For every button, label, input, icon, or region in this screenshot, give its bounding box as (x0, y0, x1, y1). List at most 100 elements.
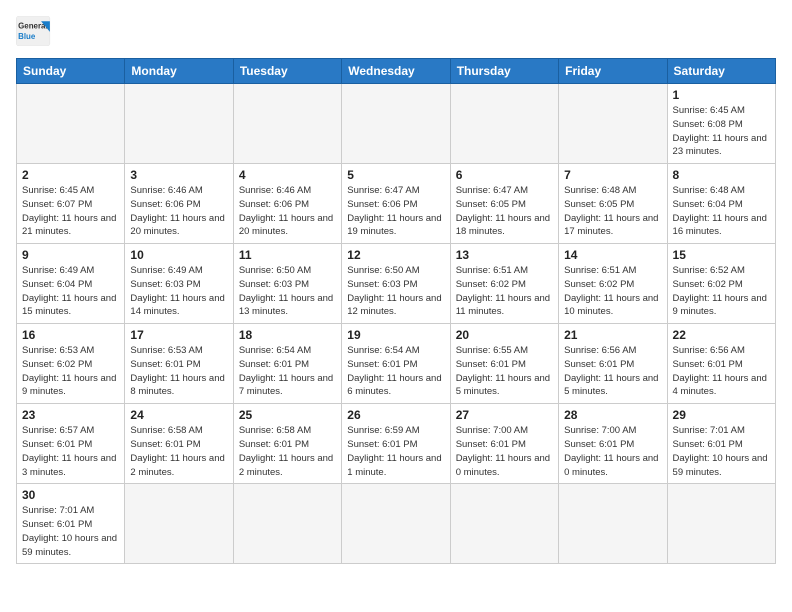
calendar-day-cell: 12 Sunrise: 6:50 AMSunset: 6:03 PMDayligh… (342, 244, 450, 324)
calendar-day-cell (667, 484, 775, 564)
calendar-day-cell: 18 Sunrise: 6:54 AMSunset: 6:01 PMDayligh… (233, 324, 341, 404)
day-number: 6 (456, 168, 553, 182)
calendar-day-cell (125, 84, 233, 164)
day-of-week-header: Monday (125, 59, 233, 84)
day-number: 27 (456, 408, 553, 422)
day-info: Sunrise: 6:54 AMSunset: 6:01 PMDaylight:… (347, 344, 444, 399)
calendar-day-cell: 11Sunrise: 6:50 AMSunset: 6:03 PMDayligh… (233, 244, 341, 324)
day-number: 4 (239, 168, 336, 182)
day-number: 13 (456, 248, 553, 262)
calendar-day-cell: 3 Sunrise: 6:46 AMSunset: 6:06 PMDaylight… (125, 164, 233, 244)
calendar-day-cell (125, 484, 233, 564)
day-info: Sunrise: 6:46 AMSunset: 6:06 PMDaylight:… (239, 184, 336, 239)
day-info: Sunrise: 6:46 AMSunset: 6:06 PMDaylight:… (130, 184, 227, 239)
day-of-week-header: Sunday (17, 59, 125, 84)
calendar-day-cell: 14 Sunrise: 6:51 AMSunset: 6:02 PMDayligh… (559, 244, 667, 324)
calendar-day-cell: 13 Sunrise: 6:51 AMSunset: 6:02 PMDayligh… (450, 244, 558, 324)
calendar-day-cell (450, 84, 558, 164)
day-info: Sunrise: 6:54 AMSunset: 6:01 PMDaylight:… (239, 344, 336, 399)
day-number: 21 (564, 328, 661, 342)
calendar-day-cell (233, 84, 341, 164)
day-number: 16 (22, 328, 119, 342)
day-of-week-header: Tuesday (233, 59, 341, 84)
calendar-day-cell (342, 484, 450, 564)
calendar-day-cell: 6 Sunrise: 6:47 AMSunset: 6:05 PMDaylight… (450, 164, 558, 244)
day-info: Sunrise: 7:00 AMSunset: 6:01 PMDaylight:… (456, 424, 553, 479)
day-info: Sunrise: 6:47 AMSunset: 6:05 PMDaylight:… (456, 184, 553, 239)
day-number: 2 (22, 168, 119, 182)
day-of-week-header: Saturday (667, 59, 775, 84)
day-info: Sunrise: 6:49 AMSunset: 6:03 PMDaylight:… (130, 264, 227, 319)
calendar-day-cell (559, 84, 667, 164)
calendar-day-cell (342, 84, 450, 164)
calendar-day-cell: 4 Sunrise: 6:46 AMSunset: 6:06 PMDaylight… (233, 164, 341, 244)
day-info: Sunrise: 6:58 AMSunset: 6:01 PMDaylight:… (130, 424, 227, 479)
calendar-day-cell: 1 Sunrise: 6:45 AMSunset: 6:08 PMDaylight… (667, 84, 775, 164)
day-number: 14 (564, 248, 661, 262)
logo-icon: General Blue (16, 16, 52, 46)
day-number: 29 (673, 408, 770, 422)
day-number: 18 (239, 328, 336, 342)
calendar-day-cell: 27 Sunrise: 7:00 AMSunset: 6:01 PMDayligh… (450, 404, 558, 484)
day-number: 11 (239, 248, 336, 262)
day-number: 20 (456, 328, 553, 342)
day-info: Sunrise: 6:56 AMSunset: 6:01 PMDaylight:… (673, 344, 770, 399)
calendar-day-cell (233, 484, 341, 564)
calendar-day-cell: 16 Sunrise: 6:53 AMSunset: 6:02 PMDayligh… (17, 324, 125, 404)
day-info: Sunrise: 6:50 AMSunset: 6:03 PMDaylight:… (347, 264, 444, 319)
day-number: 8 (673, 168, 770, 182)
day-number: 28 (564, 408, 661, 422)
calendar-day-cell: 29 Sunrise: 7:01 AMSunset: 6:01 PMDayligh… (667, 404, 775, 484)
calendar-day-cell (559, 484, 667, 564)
day-number: 7 (564, 168, 661, 182)
calendar-day-cell: 28 Sunrise: 7:00 AMSunset: 6:01 PMDayligh… (559, 404, 667, 484)
day-info: Sunrise: 6:59 AMSunset: 6:01 PMDaylight:… (347, 424, 444, 479)
calendar-header-row: SundayMondayTuesdayWednesdayThursdayFrid… (17, 59, 776, 84)
day-info: Sunrise: 6:53 AMSunset: 6:01 PMDaylight:… (130, 344, 227, 399)
day-info: Sunrise: 6:53 AMSunset: 6:02 PMDaylight:… (22, 344, 119, 399)
day-info: Sunrise: 6:47 AMSunset: 6:06 PMDaylight:… (347, 184, 444, 239)
calendar-week-row: 2 Sunrise: 6:45 AMSunset: 6:07 PMDaylight… (17, 164, 776, 244)
day-number: 26 (347, 408, 444, 422)
day-info: Sunrise: 6:51 AMSunset: 6:02 PMDaylight:… (564, 264, 661, 319)
calendar-day-cell: 25Sunrise: 6:58 AMSunset: 6:01 PMDayligh… (233, 404, 341, 484)
day-number: 22 (673, 328, 770, 342)
calendar-day-cell: 9 Sunrise: 6:49 AMSunset: 6:04 PMDaylight… (17, 244, 125, 324)
calendar-day-cell: 17Sunrise: 6:53 AMSunset: 6:01 PMDayligh… (125, 324, 233, 404)
calendar-day-cell: 20Sunrise: 6:55 AMSunset: 6:01 PMDayligh… (450, 324, 558, 404)
day-info: Sunrise: 7:01 AMSunset: 6:01 PMDaylight:… (673, 424, 770, 479)
calendar-day-cell: 15 Sunrise: 6:52 AMSunset: 6:02 PMDayligh… (667, 244, 775, 324)
day-number: 12 (347, 248, 444, 262)
day-info: Sunrise: 6:51 AMSunset: 6:02 PMDaylight:… (456, 264, 553, 319)
calendar-day-cell (17, 84, 125, 164)
day-number: 1 (673, 88, 770, 102)
calendar-day-cell (450, 484, 558, 564)
day-info: Sunrise: 6:49 AMSunset: 6:04 PMDaylight:… (22, 264, 119, 319)
day-info: Sunrise: 6:52 AMSunset: 6:02 PMDaylight:… (673, 264, 770, 319)
calendar-day-cell: 10 Sunrise: 6:49 AMSunset: 6:03 PMDayligh… (125, 244, 233, 324)
day-number: 25 (239, 408, 336, 422)
day-info: Sunrise: 7:01 AMSunset: 6:01 PMDaylight:… (22, 504, 119, 559)
calendar-week-row: 16 Sunrise: 6:53 AMSunset: 6:02 PMDayligh… (17, 324, 776, 404)
day-number: 24 (130, 408, 227, 422)
day-number: 3 (130, 168, 227, 182)
day-info: Sunrise: 6:45 AMSunset: 6:08 PMDaylight:… (673, 104, 770, 159)
calendar-week-row: 23Sunrise: 6:57 AMSunset: 6:01 PMDayligh… (17, 404, 776, 484)
calendar-week-row: 1 Sunrise: 6:45 AMSunset: 6:08 PMDaylight… (17, 84, 776, 164)
day-info: Sunrise: 6:48 AMSunset: 6:05 PMDaylight:… (564, 184, 661, 239)
day-number: 9 (22, 248, 119, 262)
calendar-week-row: 30Sunrise: 7:01 AMSunset: 6:01 PMDayligh… (17, 484, 776, 564)
page-header: General Blue (16, 16, 776, 46)
calendar-day-cell: 8 Sunrise: 6:48 AMSunset: 6:04 PMDaylight… (667, 164, 775, 244)
day-number: 15 (673, 248, 770, 262)
logo: General Blue (16, 16, 52, 46)
calendar-table: SundayMondayTuesdayWednesdayThursdayFrid… (16, 58, 776, 564)
day-info: Sunrise: 7:00 AMSunset: 6:01 PMDaylight:… (564, 424, 661, 479)
calendar-day-cell: 21Sunrise: 6:56 AMSunset: 6:01 PMDayligh… (559, 324, 667, 404)
day-info: Sunrise: 6:45 AMSunset: 6:07 PMDaylight:… (22, 184, 119, 239)
day-number: 10 (130, 248, 227, 262)
day-of-week-header: Wednesday (342, 59, 450, 84)
calendar-day-cell: 30Sunrise: 7:01 AMSunset: 6:01 PMDayligh… (17, 484, 125, 564)
day-info: Sunrise: 6:48 AMSunset: 6:04 PMDaylight:… (673, 184, 770, 239)
calendar-day-cell: 19Sunrise: 6:54 AMSunset: 6:01 PMDayligh… (342, 324, 450, 404)
